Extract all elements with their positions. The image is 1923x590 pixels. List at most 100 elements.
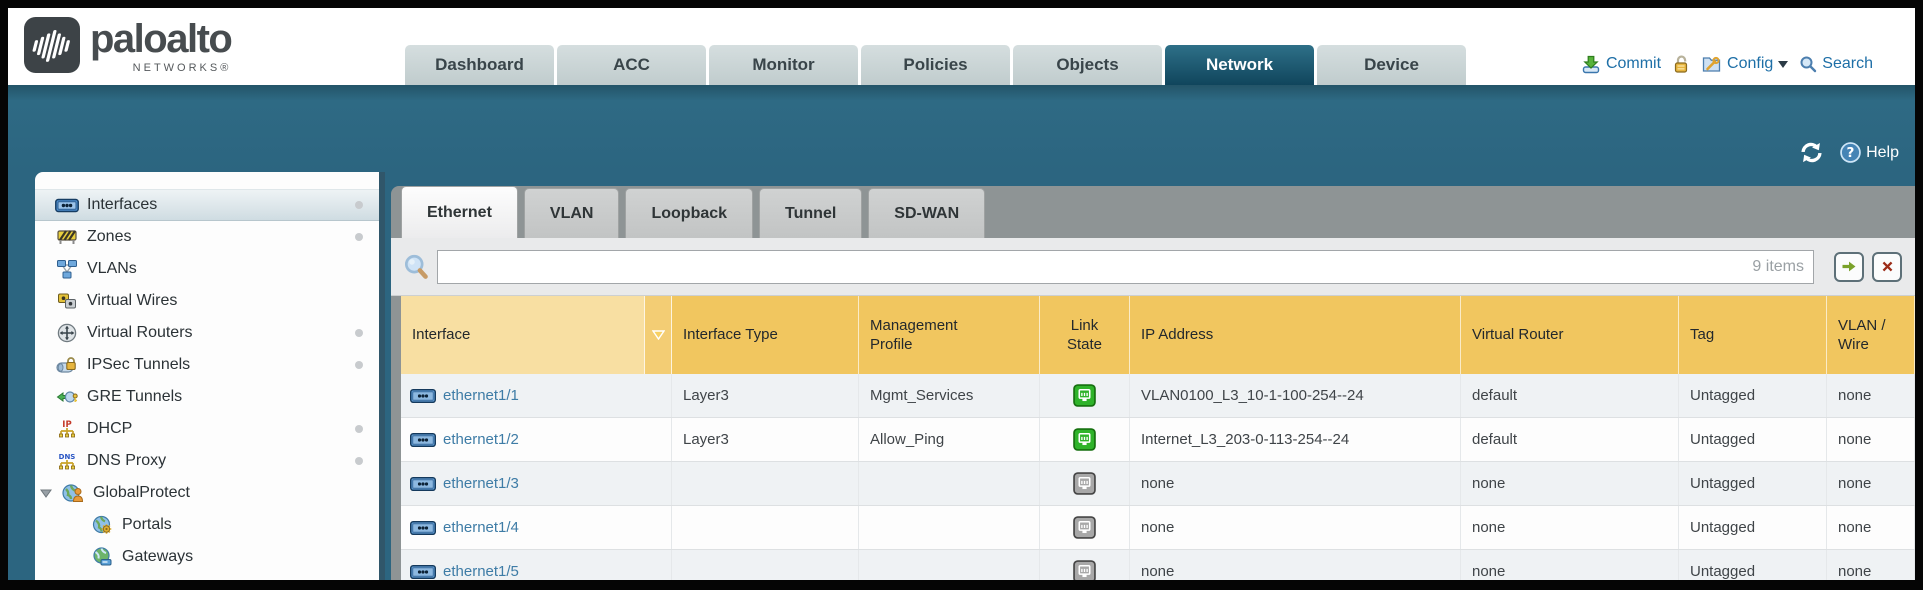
column-header-tag[interactable]: Tag <box>1679 296 1827 374</box>
interface-link[interactable]: ethernet1/2 <box>443 431 519 448</box>
tab-network[interactable]: Network <box>1165 45 1314 85</box>
ethernet-port-icon <box>410 565 436 579</box>
sidebar-label: Gateways <box>122 548 193 566</box>
cell-virtual-router: none <box>1461 550 1679 580</box>
sidebar-label: IPSec Tunnels <box>87 356 190 374</box>
help-button[interactable]: ? Help <box>1839 141 1899 164</box>
subtab-ethernet[interactable]: Ethernet <box>401 186 518 238</box>
sidebar-label: DNS Proxy <box>87 452 166 470</box>
subtab-vlan[interactable]: VLAN <box>524 188 620 238</box>
column-header-interface[interactable]: Interface <box>401 296 672 374</box>
clear-filter-button[interactable] <box>1872 252 1902 282</box>
interfaces-table: Interface Interface Type Management Prof… <box>401 296 1915 580</box>
globalprotect-icon <box>61 483 85 503</box>
commit-icon <box>1581 54 1601 74</box>
item-dot <box>355 201 363 209</box>
sidebar-item-ipsec-tunnels[interactable]: IPSec Tunnels <box>35 349 379 381</box>
link-state-icon <box>1040 550 1130 580</box>
table-row[interactable]: ethernet1/3 none none Untagged none <box>401 462 1915 506</box>
interface-link[interactable]: ethernet1/1 <box>443 387 519 404</box>
column-header-ip-address[interactable]: IP Address <box>1130 296 1461 374</box>
filter-search-icon <box>404 254 429 280</box>
sidebar-item-virtual-routers[interactable]: Virtual Routers <box>35 317 379 349</box>
ethernet-port-icon <box>410 389 436 403</box>
sidebar-item-portals[interactable]: Portals <box>35 509 379 541</box>
sidebar-item-globalprotect[interactable]: GlobalProtect <box>35 477 379 509</box>
sidebar-item-virtual-wires[interactable]: Virtual Wires <box>35 285 379 317</box>
item-dot <box>355 329 363 337</box>
cell-management-profile <box>859 550 1040 580</box>
cell-interface-type <box>672 506 859 549</box>
search-icon <box>1799 55 1817 73</box>
column-header-link-state[interactable]: Link State <box>1040 296 1130 374</box>
interface-link[interactable]: ethernet1/3 <box>443 475 519 492</box>
portals-icon <box>90 515 114 535</box>
subtab-loopback[interactable]: Loopback <box>625 188 753 238</box>
brand-networks: NETWORKS® <box>133 62 232 74</box>
filter-input[interactable] <box>437 250 1814 284</box>
cell-management-profile: Mgmt_Services <box>859 374 1040 417</box>
vlans-icon <box>55 259 79 279</box>
sidebar-label: GlobalProtect <box>93 484 190 502</box>
sidebar-item-interfaces[interactable]: Interfaces <box>35 189 379 221</box>
apply-filter-button[interactable] <box>1834 252 1864 282</box>
refresh-icon[interactable] <box>1798 141 1825 164</box>
lock-button[interactable] <box>1672 54 1690 74</box>
cell-ip-address: none <box>1130 462 1461 505</box>
cell-virtual-router: default <box>1461 418 1679 461</box>
sidebar-item-zones[interactable]: Zones <box>35 221 379 253</box>
sidebar-item-gre-tunnels[interactable]: GRE Tunnels <box>35 381 379 413</box>
cell-ip-address: none <box>1130 506 1461 549</box>
tab-policies[interactable]: Policies <box>861 45 1010 85</box>
gateways-icon <box>90 547 114 567</box>
main-panel: Ethernet VLAN Loopback Tunnel SD-WAN 9 i… <box>391 186 1915 580</box>
ethernet-port-icon <box>410 477 436 491</box>
table-row[interactable]: ethernet1/5 none none Untagged none <box>401 550 1915 580</box>
table-row[interactable]: ethernet1/1 Layer3 Mgmt_Services VLAN010… <box>401 374 1915 418</box>
config-label: Config <box>1727 55 1773 73</box>
table-header-row: Interface Interface Type Management Prof… <box>401 296 1915 374</box>
tab-objects[interactable]: Objects <box>1013 45 1162 85</box>
filter-toolbar: 9 items <box>391 238 1915 296</box>
subtab-sdwan[interactable]: SD-WAN <box>868 188 985 238</box>
subtab-tunnel[interactable]: Tunnel <box>759 188 862 238</box>
commit-button[interactable]: Commit <box>1581 54 1661 74</box>
interface-link[interactable]: ethernet1/5 <box>443 563 519 580</box>
tab-acc[interactable]: ACC <box>557 45 706 85</box>
ethernet-port-icon <box>410 521 436 535</box>
sidebar-item-dns-proxy[interactable]: DNS DNS Proxy <box>35 445 379 477</box>
cell-interface-type: Layer3 <box>672 418 859 461</box>
column-header-vlan-wire[interactable]: VLAN / Wire <box>1827 296 1915 374</box>
interface-link[interactable]: ethernet1/4 <box>443 519 519 536</box>
search-menu[interactable]: Search <box>1799 55 1873 73</box>
cell-tag: Untagged <box>1679 418 1827 461</box>
sidebar-label: Zones <box>87 228 131 246</box>
cell-ip-address: none <box>1130 550 1461 580</box>
zones-icon <box>55 228 79 246</box>
link-state-icon <box>1040 374 1130 417</box>
tab-dashboard[interactable]: Dashboard <box>405 45 554 85</box>
main-nav-tabs: Dashboard ACC Monitor Policies Objects N… <box>405 45 1466 85</box>
cell-tag: Untagged <box>1679 462 1827 505</box>
sidebar-item-vlans[interactable]: VLANs <box>35 253 379 285</box>
item-dot <box>355 425 363 433</box>
column-header-management-profile[interactable]: Management Profile <box>859 296 1040 374</box>
dhcp-icon: IP <box>55 419 79 439</box>
expand-triangle-icon[interactable] <box>39 489 53 498</box>
table-row[interactable]: ethernet1/4 none none Untagged none <box>401 506 1915 550</box>
sort-dropdown-icon[interactable] <box>644 296 671 374</box>
link-state-icon <box>1040 418 1130 461</box>
table-row[interactable]: ethernet1/2 Layer3 Allow_Ping Internet_L… <box>401 418 1915 462</box>
column-header-interface-type[interactable]: Interface Type <box>672 296 859 374</box>
column-header-virtual-router[interactable]: Virtual Router <box>1461 296 1679 374</box>
sidebar-item-gateways[interactable]: Gateways <box>35 541 379 573</box>
sidebar-item-dhcp[interactable]: IP DHCP <box>35 413 379 445</box>
commit-label: Commit <box>1606 55 1661 73</box>
sidebar-label: VLANs <box>87 260 137 278</box>
content-area: Interfaces Zones VLANs Virtual Wires Vir… <box>8 172 1915 580</box>
app-window: paloalto NETWORKS® Dashboard ACC Monitor… <box>8 8 1915 580</box>
config-menu[interactable]: Config <box>1701 54 1788 74</box>
virtual-routers-icon <box>55 323 79 343</box>
tab-device[interactable]: Device <box>1317 45 1466 85</box>
tab-monitor[interactable]: Monitor <box>709 45 858 85</box>
